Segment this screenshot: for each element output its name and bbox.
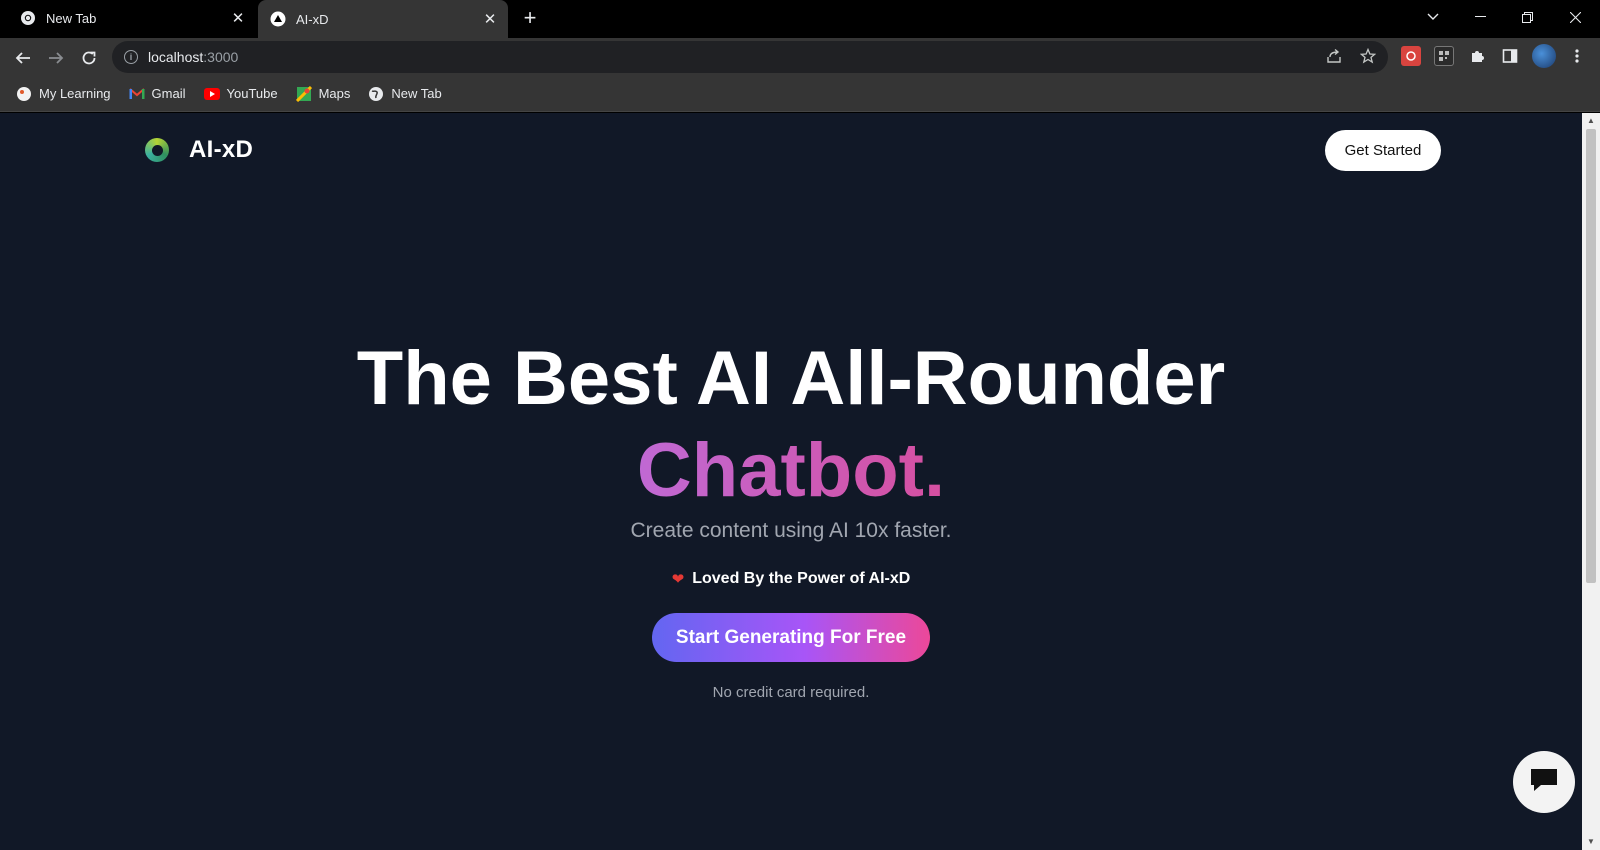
hero-accent: Chatbot. <box>0 423 1582 519</box>
bookmark-youtube[interactable]: YouTube <box>203 86 278 102</box>
minimize-icon[interactable] <box>1457 0 1503 34</box>
share-icon[interactable] <box>1323 45 1345 67</box>
no-credit-card-note: No credit card required. <box>712 684 870 701</box>
profile-avatar-icon[interactable] <box>1532 44 1556 68</box>
maps-icon <box>295 85 312 102</box>
url-host: localhost <box>148 49 204 65</box>
site-logo[interactable]: AI-xD <box>145 136 253 164</box>
globe-icon <box>368 86 384 102</box>
tab-ai-xd[interactable]: AI-xD ✕ <box>258 0 508 38</box>
get-started-button[interactable]: Get Started <box>1325 130 1441 171</box>
more-menu-icon[interactable] <box>1567 46 1587 66</box>
tab-title: New Tab <box>46 10 97 26</box>
scrollbar-thumb[interactable] <box>1586 129 1596 583</box>
tab-new-tab[interactable]: New Tab ✕ <box>8 0 256 36</box>
bookmark-label: Gmail <box>151 86 186 101</box>
page-scrollbar[interactable]: ▲ ▼ <box>1582 113 1600 850</box>
hero-accent-text: Chatbot. <box>636 428 946 513</box>
url-port: :3000 <box>203 49 239 65</box>
restore-icon[interactable] <box>1504 0 1550 34</box>
bookmark-label: Maps <box>318 86 351 101</box>
gmail-icon <box>128 86 145 102</box>
scroll-up-arrow-icon[interactable]: ▲ <box>1586 116 1596 126</box>
tab-title: AI-xD <box>296 11 329 27</box>
youtube-icon <box>203 86 220 102</box>
reload-icon[interactable] <box>76 45 102 71</box>
extensions-puzzle-icon[interactable] <box>1467 46 1487 66</box>
brand-name: AI-xD <box>189 136 254 163</box>
bookmark-my-learning[interactable]: My Learning <box>16 86 111 102</box>
start-generating-button[interactable]: Start Generating For Free <box>652 613 930 662</box>
close-icon[interactable]: ✕ <box>228 8 248 28</box>
hero-subtitle: Create content using AI 10x faster. <box>630 519 952 542</box>
bookmark-label: New Tab <box>391 86 442 101</box>
web-page: AI-xD Get Started The Best AI All-Rounde… <box>0 113 1582 850</box>
tab-strip: New Tab ✕ AI-xD ✕ + <box>0 0 1600 38</box>
back-arrow-icon[interactable] <box>10 45 36 71</box>
bookmark-label: My Learning <box>39 86 111 101</box>
url-text: localhost:3000 <box>148 49 238 65</box>
site-info-icon[interactable]: i <box>124 50 138 64</box>
bookmark-maps[interactable]: Maps <box>295 85 351 102</box>
loved-by-line: ❤ Loved By the Power of AI-xD <box>0 570 1582 588</box>
scroll-down-arrow-icon[interactable]: ▼ <box>1586 837 1596 847</box>
bookmark-label: YouTube <box>226 86 278 101</box>
bookmark-star-icon[interactable] <box>1357 45 1379 67</box>
loved-text: Loved By the Power of AI-xD <box>692 570 911 587</box>
close-window-icon[interactable] <box>1552 0 1598 34</box>
bookmark-gmail[interactable]: Gmail <box>128 86 186 102</box>
my-learning-icon <box>16 86 32 102</box>
extension-red-icon[interactable] <box>1401 46 1421 66</box>
bookmarks-bar: My Learning Gmail YouTube Maps New Tab <box>0 76 1600 112</box>
triangle-icon <box>270 11 286 27</box>
chrome-icon <box>20 10 36 26</box>
logo-ring-icon <box>145 138 169 162</box>
new-tab-plus-icon[interactable]: + <box>518 5 542 30</box>
tab-search-chevron-icon[interactable] <box>1410 0 1456 34</box>
address-bar[interactable]: i localhost:3000 <box>112 41 1388 73</box>
browser-toolbar: i localhost:3000 <box>0 38 1600 76</box>
heart-icon: ❤ <box>671 571 685 588</box>
forward-arrow-icon[interactable] <box>43 45 69 71</box>
hero-title: The Best AI All-Rounder <box>356 336 1226 421</box>
bookmark-new-tab[interactable]: New Tab <box>368 86 442 102</box>
close-icon[interactable]: ✕ <box>480 9 500 29</box>
extension-qr-icon[interactable] <box>1434 46 1454 66</box>
chat-icon <box>1528 766 1560 799</box>
side-panel-icon[interactable] <box>1500 46 1520 66</box>
chat-widget-button[interactable] <box>1513 751 1575 813</box>
